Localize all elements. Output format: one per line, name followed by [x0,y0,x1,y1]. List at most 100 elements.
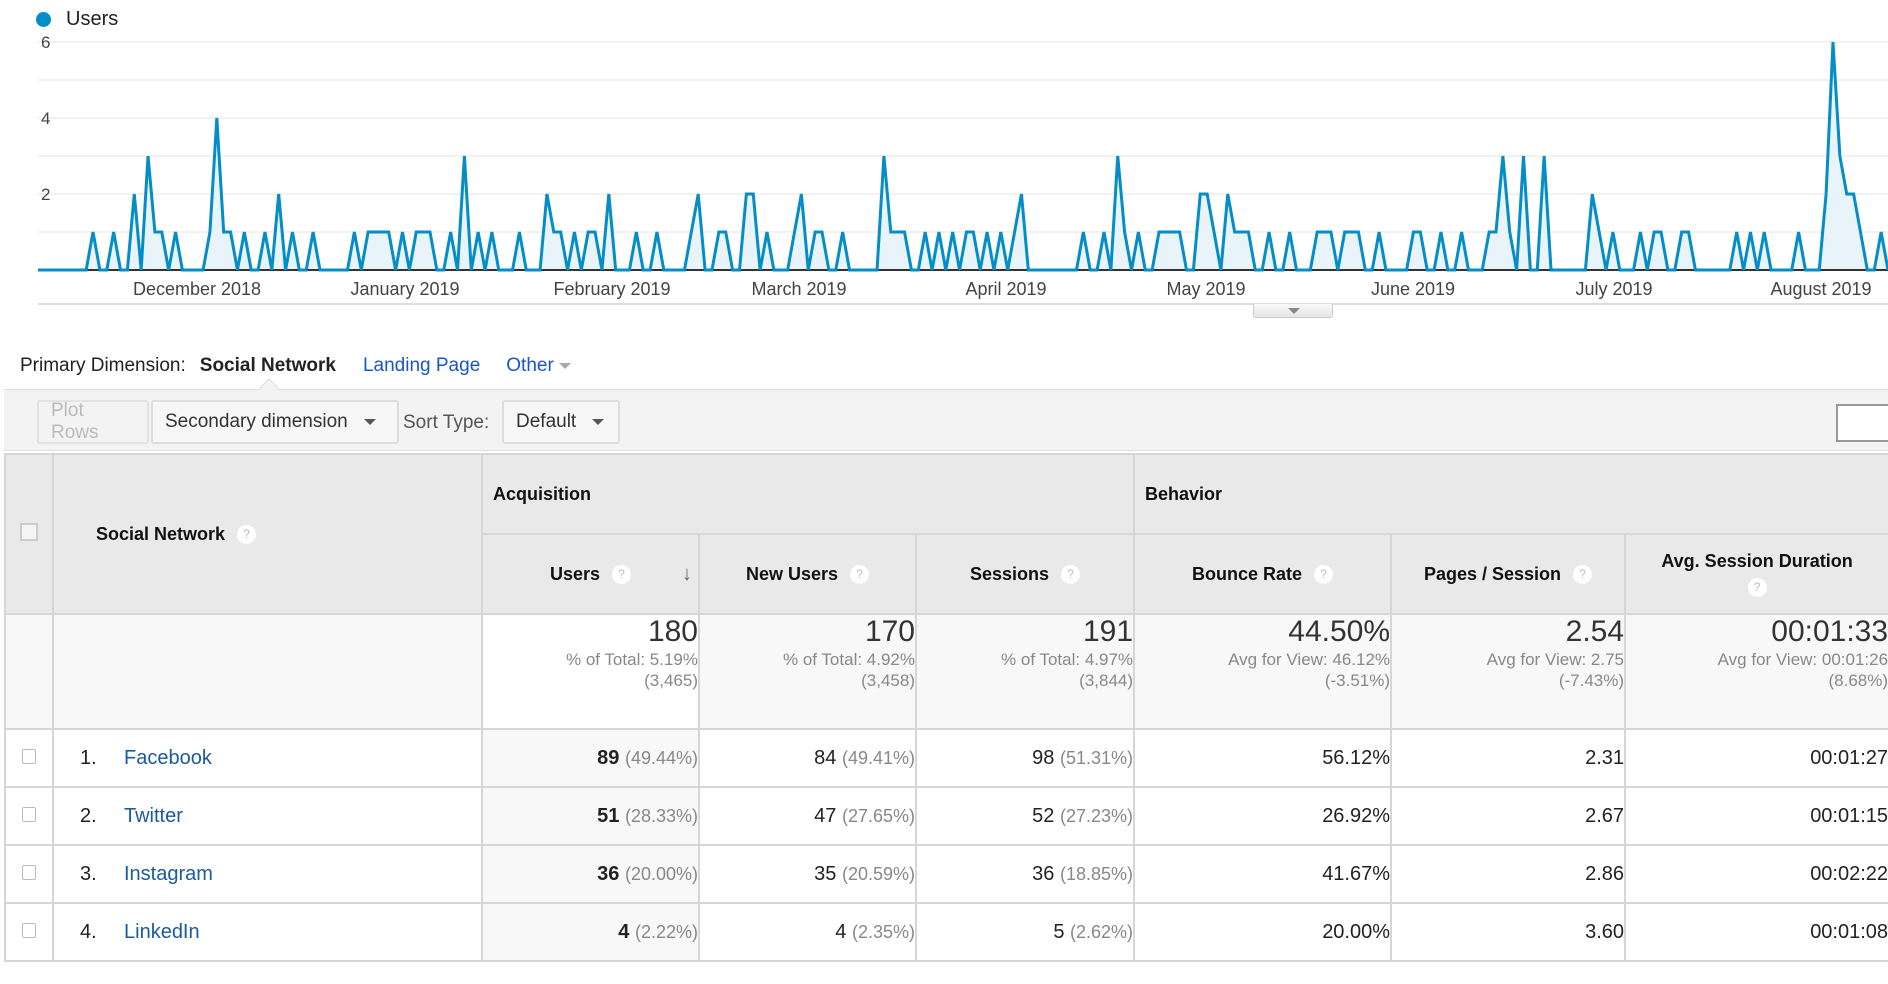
row-name-link[interactable]: Instagram [124,863,213,885]
sort-type-dropdown[interactable]: Default [502,400,620,444]
total-sub: Avg for View: 00:01:26 [1717,650,1888,669]
select-all-checkbox[interactable] [20,522,38,541]
help-icon[interactable]: ? [612,565,632,585]
dimension-other[interactable]: Other [506,355,571,377]
total-bounce-rate: 44.50% Avg for View: 46.12% (-3.51%) [1133,613,1393,730]
primary-dimension-label: Primary Dimension: [20,355,186,376]
row-index: 3. [80,862,97,885]
x-tick-label: July 2019 [1575,279,1652,299]
dimension-header[interactable]: Social Network? [52,453,483,615]
row-sessions-pct: (51.31%) [1059,747,1134,768]
total-value: 44.50% [1288,615,1391,648]
dropdown-arrow-icon [363,419,376,425]
col-pages-session[interactable]: Pages / Session? [1390,533,1627,615]
row-sessions: 5 (2.62%) [914,902,1136,962]
row-new-users-pct: (27.65%) [841,805,915,826]
row-pages-session: 3.60 [1390,902,1627,962]
table-toolbar: Plot Rows Secondary dimension Sort Type:… [4,389,1888,451]
row-checkbox-cell [4,786,54,846]
acquisition-group-header: Acquisition [480,453,1136,535]
dimension-social-network[interactable]: Social Network [200,355,336,377]
plot-rows-button[interactable]: Plot Rows [37,400,149,444]
row-sessions-pct: (18.85%) [1059,863,1134,884]
col-users[interactable]: Users? ↓ [481,533,700,615]
total-value: 2.54 [1565,615,1625,648]
row-new-users: 35 (20.59%) [698,844,917,904]
row-users-pct: (20.00%) [624,863,698,884]
x-tick-label: January 2019 [350,279,459,299]
row-sessions-value: 36 [1032,862,1055,885]
chart-collapse-tab[interactable] [1253,304,1333,318]
table-row: 4. LinkedIn 4 (2.22%) 4 (2.35%) 5 (2.62%) 20.… [4,902,1888,962]
row-name-cell: 2. Twitter [52,786,483,846]
total-sub: % of Total: 4.97% [1001,650,1134,669]
col-avg-session-duration[interactable]: Avg. Session Duration? [1624,533,1888,615]
x-tick-label: May 2019 [1166,279,1245,299]
total-avg-duration: 00:01:33 Avg for View: 00:01:26 (8.68%) [1624,613,1888,730]
x-tick-label: December 2018 [133,279,261,299]
row-pages-session: 2.67 [1390,786,1627,846]
secondary-dimension-dropdown[interactable]: Secondary dimension [151,400,399,444]
row-name-cell: 1. Facebook [52,728,483,788]
row-users-value: 89 [597,746,620,769]
col-new-users[interactable]: New Users? [698,533,917,615]
table-row: 3. Instagram 36 (20.00%) 35 (20.59%) 36 (18.… [4,844,1888,904]
row-name-link[interactable]: Twitter [124,805,183,827]
row-new-users-pct: (2.35%) [851,921,915,942]
row-sessions: 98 (51.31%) [914,728,1136,788]
row-checkbox[interactable] [22,922,36,938]
col-bounce-rate[interactable]: Bounce Rate? [1133,533,1393,615]
row-name-link[interactable]: LinkedIn [124,921,200,943]
users-line-chart: 2 4 6 December 2018 January 2019 February 201… [38,33,1888,305]
table-row: 2. Twitter 51 (28.33%) 47 (27.65%) 52 (27.23… [4,786,1888,846]
help-icon[interactable]: ? [850,565,870,585]
total-users: 180 % of Total: 5.19% (3,465) [481,613,700,730]
row-new-users: 4 (2.35%) [698,902,917,962]
legend-label: Users [66,8,119,30]
total-value: 180 [647,615,698,648]
row-new-users-pct: (20.59%) [841,863,915,884]
total-value: 170 [864,615,915,648]
row-users-pct: (49.44%) [624,747,698,768]
help-icon[interactable]: ? [237,525,257,545]
total-sub: (-3.51%) [1324,671,1391,690]
dimension-other-label: Other [506,355,554,376]
row-checkbox[interactable] [22,806,36,822]
col-sessions-label: Sessions [969,563,1050,584]
col-new-users-label: New Users [745,563,839,584]
x-tick-label: August 2019 [1770,279,1871,299]
total-sub: % of Total: 4.92% [783,650,915,669]
help-icon[interactable]: ? [1573,565,1593,585]
row-avg-duration: 00:02:22 [1624,844,1888,904]
help-icon[interactable]: ? [1061,565,1081,585]
row-bounce-rate: 20.00% [1133,902,1393,962]
total-new-users: 170 % of Total: 4.92% (3,458) [698,613,917,730]
sort-type-label: Sort Type: [403,412,490,433]
y-tick-label: 6 [41,33,50,52]
row-name-link[interactable]: Facebook [124,747,212,769]
chart-legend: Users [36,8,118,31]
row-pages-session: 2.31 [1390,728,1627,788]
help-icon[interactable]: ? [1747,578,1767,597]
sort-desc-arrow-icon: ↓ [682,563,692,585]
help-icon[interactable]: ? [1314,565,1334,585]
totals-row: 180 % of Total: 5.19% (3,465) 170 % of Tota… [4,613,1888,730]
dimension-landing-page[interactable]: Landing Page [363,355,480,377]
row-index: 1. [80,746,97,769]
dimension-header-label: Social Network [96,523,226,544]
col-sessions[interactable]: Sessions? [914,533,1136,615]
row-checkbox[interactable] [22,864,36,880]
table-search-input[interactable] [1836,404,1888,442]
legend-dot-icon [36,12,51,27]
row-index: 4. [80,920,97,943]
row-new-users-pct: (49.41%) [841,747,915,768]
sort-type-value: Default [516,411,577,432]
row-new-users-value: 47 [814,804,837,827]
row-new-users-value: 84 [814,746,837,769]
total-sub: (8.68%) [1828,671,1888,690]
select-all-cell [4,453,54,615]
total-sub: (3,458) [861,671,915,690]
row-users-pct: (28.33%) [624,805,698,826]
row-checkbox[interactable] [22,748,36,764]
row-bounce-rate: 41.67% [1133,844,1393,904]
